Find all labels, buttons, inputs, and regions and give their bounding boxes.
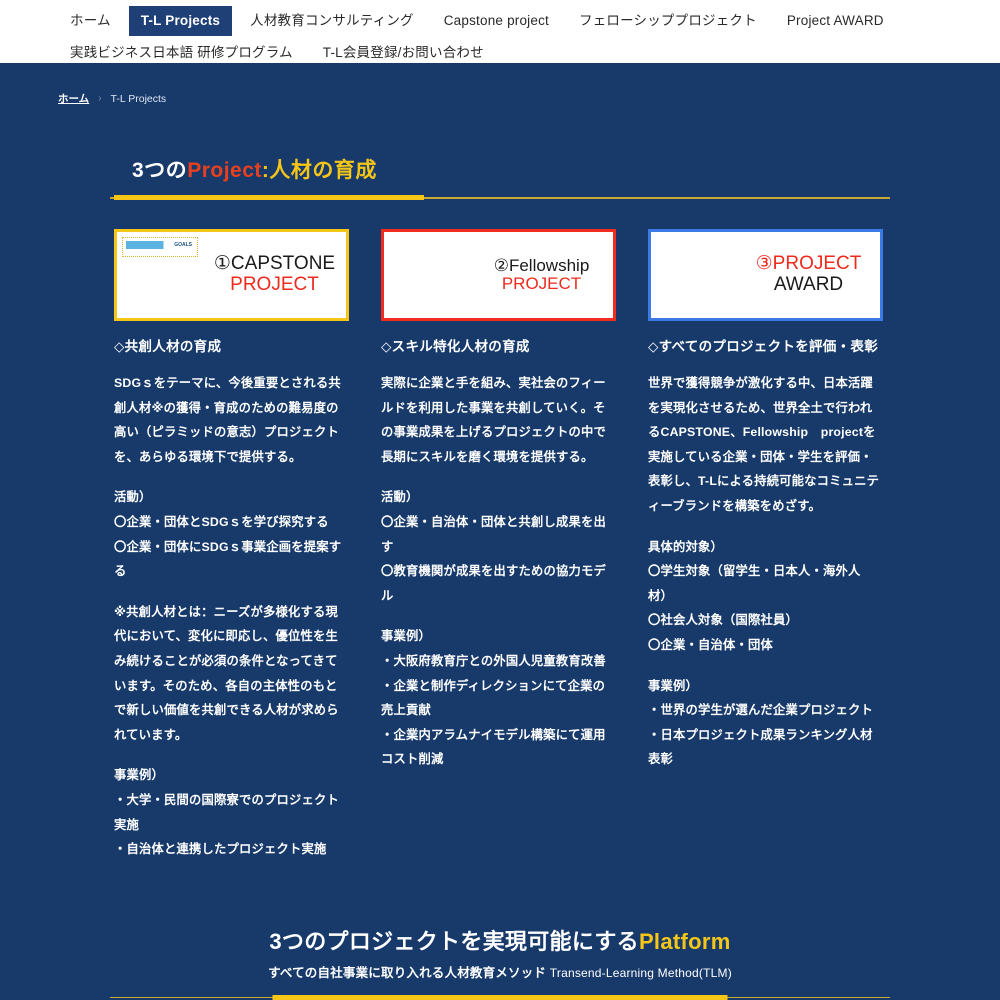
capstone-paragraph-1: SDGｓをテーマに、今後重要とされる共創人材※の獲得・育成のための難易度の高い（… bbox=[114, 376, 341, 464]
section1-underline-thick bbox=[114, 195, 424, 200]
sdgs-goals-icon: GOALS bbox=[117, 232, 203, 318]
platform-underline-thick bbox=[272, 994, 728, 1000]
sdgs-tile-grid bbox=[126, 251, 194, 253]
capstone-heading: ◇共創人材の育成 bbox=[114, 339, 222, 354]
capstone-card-label: ①CAPSTONE PROJECT bbox=[203, 232, 346, 318]
section1-underline bbox=[110, 193, 890, 203]
award-label-line2: AWARD bbox=[773, 274, 844, 295]
nav-item-7[interactable]: T-L会員登録/お問い合わせ bbox=[311, 38, 496, 68]
project-column-fellowship: ②Fellowship PROJECT ◇スキル特化人材の育成 実際に企業と手を… bbox=[381, 229, 616, 862]
fellowship-paragraph-3: 事業例） ・大阪府教育庁との外国人児童教育改善 ・企業と制作ディレクションにて企… bbox=[381, 629, 606, 767]
nav-item-4[interactable]: フェローシッププロジェクト bbox=[567, 6, 769, 36]
platform-title-part2: Platform bbox=[638, 928, 731, 954]
award-paragraph-3: 事業例） ・世界の学生が選んだ企業プロジェクト ・日本プロジェクト成果ランキング… bbox=[648, 678, 873, 767]
award-heading: ◇すべてのプロジェクトを評価・表彰 bbox=[648, 339, 878, 354]
fellowship-paragraph-2: 活動） 〇企業・自治体・団体と共創し成果を出す 〇教育機関が成果を出すための協力… bbox=[381, 490, 606, 603]
fellowship-label-line1: ②Fellowship bbox=[493, 255, 590, 275]
award-card-image[interactable]: PREMIUM ♔ ③PROJECT AWARD bbox=[648, 229, 883, 321]
content-container: 3つのProject:人材の育成 GOALS ①CAPSTONE PROJECT… bbox=[110, 154, 890, 1000]
platform-subtitle-jp: すべての自社事業に取り入れる人材教育メソッド bbox=[268, 965, 547, 980]
fellowship-card-image[interactable]: ②Fellowship PROJECT bbox=[381, 229, 616, 321]
fellowship-label-line2: PROJECT bbox=[501, 274, 582, 293]
capstone-paragraph-4: 事業例） ・大学・民間の国際寮でのプロジェクト実施 ・自治体と連携したプロジェク… bbox=[114, 768, 339, 857]
nav-item-2[interactable]: 人材教育コンサルティング bbox=[238, 6, 426, 36]
sdgs-header-label: GOALS bbox=[126, 241, 194, 249]
capstone-paragraph-2: 活動） 〇企業・団体とSDGｓを学び探究する 〇企業・団体にSDGｓ事業企画を提… bbox=[114, 490, 342, 579]
breadcrumb-separator-icon: › bbox=[98, 93, 102, 104]
platform-subtitle-en: Transend-Learning Method(TLM) bbox=[549, 965, 732, 980]
capstone-label-line2: PROJECT bbox=[230, 274, 319, 295]
projects-columns: GOALS ①CAPSTONE PROJECT ◇共創人材の育成 SDGｓをテー… bbox=[110, 229, 890, 862]
section1-title-part3: :人材の育成 bbox=[261, 159, 377, 182]
fellowship-paragraph-1: 実際に企業と手を組み、実社会のフィールドを利用した事業を共創していく。その事業成… bbox=[381, 376, 606, 464]
capstone-paragraph-3: ※共創人材とは：ニーズが多様化する現代において、変化に即応し、優位性を生み続ける… bbox=[114, 604, 339, 742]
nav-item-5[interactable]: Project AWARD bbox=[775, 6, 896, 36]
breadcrumb: ホーム › T-L Projects bbox=[0, 63, 1000, 106]
platform-title: 3つのプロジェクトを実現可能にするPlatform bbox=[110, 924, 890, 956]
page-body: ホーム › T-L Projects 3つのProject:人材の育成 GOAL… bbox=[0, 63, 1000, 1000]
nav-item-1[interactable]: T-L Projects bbox=[128, 6, 233, 36]
award-label-line1: ③PROJECT bbox=[755, 253, 862, 275]
nav-item-0[interactable]: ホーム bbox=[58, 6, 123, 36]
award-card-label: ③PROJECT AWARD bbox=[737, 232, 880, 318]
fellowship-card-label: ②Fellowship PROJECT bbox=[470, 232, 613, 318]
nav-items-row: ホーム T-L Projects 人材教育コンサルティング Capstone proj… bbox=[0, 6, 1000, 69]
section1-title-part2: Project bbox=[187, 159, 262, 182]
nav-item-3[interactable]: Capstone project bbox=[432, 6, 561, 36]
breadcrumb-home-link[interactable]: ホーム bbox=[58, 91, 89, 106]
nav-item-6[interactable]: 実践ビジネス日本語 研修プログラム bbox=[58, 38, 305, 68]
fellowship-heading: ◇スキル特化人材の育成 bbox=[381, 339, 530, 354]
platform-section: 3つのプロジェクトを実現可能にするPlatform すべての自社事業に取り入れる… bbox=[110, 924, 890, 981]
section1-title-part1: 3つの bbox=[132, 159, 188, 182]
top-navigation-bar: ホーム T-L Projects 人材教育コンサルティング Capstone proj… bbox=[0, 0, 1000, 63]
platform-subtitle: すべての自社事業に取り入れる人材教育メソッド Transend-Learning… bbox=[110, 962, 890, 981]
award-paragraph-2: 具体的対象） 〇学生対象（留学生・日本人・海外人材） 〇社会人対象（国際社員） … bbox=[648, 539, 861, 652]
project-column-award: PREMIUM ♔ ③PROJECT AWARD ◇すべてのプロジェクトを評価・… bbox=[648, 229, 883, 862]
platform-underline bbox=[110, 993, 890, 1000]
award-paragraph-1: 世界で獲得競争が激化する中、日本活躍を実現化させるため、世界全土で行われるCAP… bbox=[648, 376, 880, 513]
premium-award-icon: PREMIUM ♔ bbox=[651, 232, 737, 318]
section1-title: 3つのProject:人材の育成 bbox=[110, 154, 890, 184]
project-column-capstone: GOALS ①CAPSTONE PROJECT ◇共創人材の育成 SDGｓをテー… bbox=[114, 229, 349, 862]
desk-flatlay-icon bbox=[384, 232, 470, 318]
capstone-label-line1: ①CAPSTONE bbox=[213, 253, 336, 275]
capstone-card-image[interactable]: GOALS ①CAPSTONE PROJECT bbox=[114, 229, 349, 321]
breadcrumb-current: T-L Projects bbox=[110, 92, 167, 105]
platform-title-part1: 3つのプロジェクトを実現可能にする bbox=[269, 928, 639, 954]
